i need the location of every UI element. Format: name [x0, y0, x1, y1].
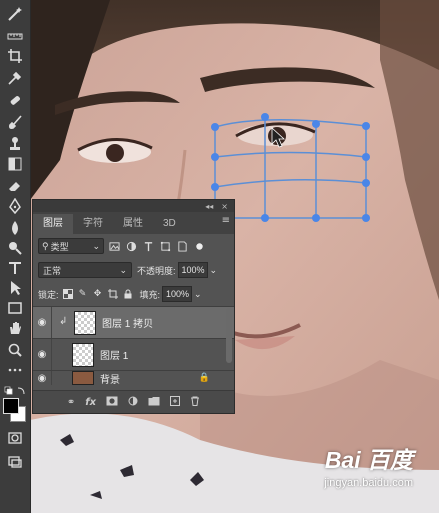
more-icon[interactable]: [4, 360, 26, 380]
layers-panel: ◂◂ × 图层 字符 属性 3D ≡ ⚲ 类型 ⌄ 正常 ⌄ 不透明度: 100…: [32, 199, 235, 414]
foreground-color-swatch[interactable]: [3, 398, 19, 414]
filter-smart-object-icon[interactable]: [176, 240, 189, 253]
new-group-icon[interactable]: [148, 396, 160, 409]
watermark-url: jingyan.baidu.com: [324, 477, 413, 489]
layer-filter-row: ⚲ 类型 ⌄: [33, 234, 234, 258]
close-panel-icon[interactable]: ×: [221, 202, 228, 211]
fill-label: 填充:: [139, 289, 161, 300]
visibility-eye-icon[interactable]: ◉: [33, 371, 52, 385]
filter-toggle-icon[interactable]: [193, 240, 206, 253]
filter-adjustment-icon[interactable]: [125, 240, 138, 253]
tools-panel: [0, 0, 31, 513]
zoom-icon[interactable]: [4, 340, 26, 360]
clipping-arrow-icon: ↲: [59, 316, 68, 327]
new-layer-icon[interactable]: [170, 395, 181, 409]
brush-icon[interactable]: [4, 112, 26, 132]
layer-thumbnail[interactable]: [72, 342, 94, 367]
eraser-icon[interactable]: [4, 176, 26, 196]
magic-wand-icon[interactable]: [4, 4, 26, 24]
layer-name[interactable]: 图层 1 拷贝: [102, 315, 153, 330]
baidu-logo: Bai 百度: [324, 447, 413, 473]
blur-icon[interactable]: [4, 218, 26, 238]
layer-filter-select[interactable]: ⚲ 类型 ⌄: [38, 238, 104, 254]
screen-mode-icon[interactable]: [4, 452, 26, 472]
layer-row[interactable]: ◉ 图层 1: [33, 338, 234, 370]
panel-tabs: 图层 字符 属性 3D ≡: [33, 212, 234, 234]
eyedropper-icon[interactable]: [4, 68, 26, 88]
panel-menu-icon[interactable]: ≡: [222, 216, 230, 226]
chevron-down-icon: ⌄: [92, 240, 100, 251]
layer-name[interactable]: 背景: [100, 371, 120, 386]
lock-transparent-icon[interactable]: [62, 288, 74, 300]
panel-header: ◂◂ ×: [33, 200, 234, 212]
add-mask-icon[interactable]: [106, 396, 118, 409]
layers-scrollbar[interactable]: [226, 308, 232, 363]
hand-icon[interactable]: [4, 318, 26, 338]
filter-shape-icon[interactable]: [159, 240, 172, 253]
opacity-label: 不透明度:: [137, 265, 176, 276]
swap-colors-icon[interactable]: [4, 382, 28, 395]
blend-mode-select[interactable]: 正常 ⌄: [38, 262, 132, 278]
filter-type-icon[interactable]: [142, 240, 155, 253]
crop-icon[interactable]: [4, 46, 26, 66]
tab-layers[interactable]: 图层: [33, 214, 73, 234]
filter-pixel-icon[interactable]: [108, 240, 121, 253]
lock-all-icon[interactable]: [122, 288, 134, 300]
layer-name[interactable]: 图层 1: [100, 347, 128, 362]
rectangle-icon[interactable]: [4, 298, 26, 318]
layer-thumbnail[interactable]: [74, 310, 96, 335]
history-brush-icon[interactable]: [4, 154, 26, 174]
layer-thumbnail[interactable]: [72, 371, 94, 385]
link-layers-icon[interactable]: ⚭: [67, 397, 75, 408]
chevron-down-icon[interactable]: ⌄: [210, 265, 218, 276]
lock-icon: 🔒: [198, 373, 210, 383]
fill-field[interactable]: 100%: [162, 286, 193, 302]
lock-artboard-icon[interactable]: [107, 288, 119, 300]
chevron-down-icon[interactable]: ⌄: [194, 289, 202, 300]
visibility-eye-icon[interactable]: ◉: [33, 307, 52, 338]
collapse-panel-icon[interactable]: ◂◂: [205, 202, 213, 211]
opacity-field[interactable]: 100%: [177, 262, 208, 278]
visibility-eye-icon[interactable]: ◉: [33, 339, 52, 370]
layer-row[interactable]: ◉ 背景 🔒: [33, 370, 234, 385]
search-icon: ⚲: [42, 240, 49, 251]
dodge-icon[interactable]: [4, 238, 26, 258]
lock-row: 锁定: ✎ ✥ 填充: 100% ⌄: [33, 282, 234, 306]
pen-icon[interactable]: [4, 196, 26, 216]
tab-character[interactable]: 字符: [73, 214, 113, 234]
type-icon[interactable]: [4, 258, 26, 278]
healing-brush-icon[interactable]: [4, 90, 26, 110]
quick-mask-icon[interactable]: [4, 428, 26, 448]
blend-row: 正常 ⌄ 不透明度: 100% ⌄: [33, 258, 234, 282]
tab-3d[interactable]: 3D: [153, 214, 186, 234]
ruler-icon[interactable]: [4, 26, 26, 46]
chevron-down-icon: ⌄: [119, 264, 127, 275]
fx-icon[interactable]: fx: [85, 397, 96, 408]
lock-label: 锁定:: [38, 289, 59, 300]
filter-label: 类型: [50, 241, 69, 252]
adjustment-layer-icon[interactable]: [128, 396, 138, 409]
watermark: Bai 百度 jingyan.baidu.com: [324, 441, 413, 489]
delete-layer-icon[interactable]: [190, 396, 200, 409]
clone-stamp-icon[interactable]: [4, 134, 26, 154]
panel-footer: ⚭ fx: [33, 390, 234, 413]
blend-mode-value: 正常: [43, 265, 62, 276]
lock-image-icon[interactable]: ✎: [77, 288, 89, 300]
tab-properties[interactable]: 属性: [113, 214, 153, 234]
layer-row[interactable]: ◉ ↲ 图层 1 拷贝: [33, 306, 234, 338]
path-select-icon[interactable]: [4, 278, 26, 298]
lock-position-icon[interactable]: ✥: [92, 288, 104, 300]
